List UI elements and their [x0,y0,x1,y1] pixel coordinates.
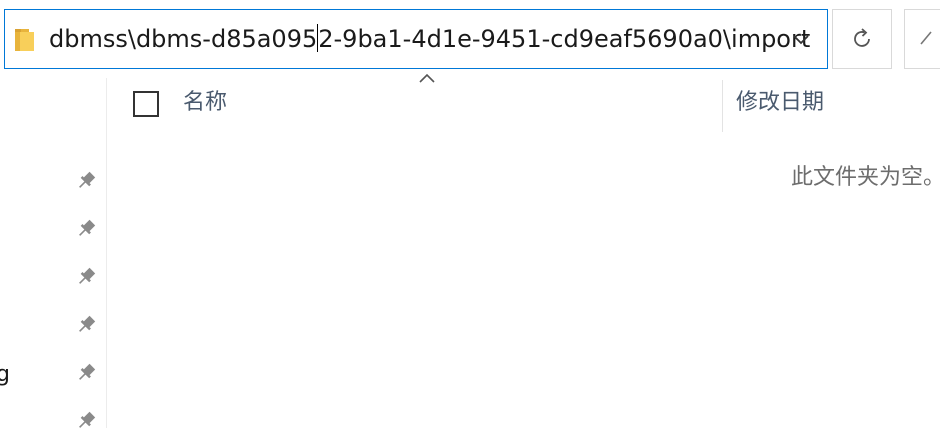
up-arrow-icon [920,31,932,45]
column-header-name[interactable]: 名称 [183,87,227,119]
pin-icon[interactable] [74,409,98,428]
address-history-dropdown-button[interactable] [781,22,821,58]
pin-icon[interactable] [74,313,98,337]
address-path-after-caret: 2-9ba1-4d1e-9451-cd9eaf5690a0\import [318,25,811,53]
address-path-text[interactable]: dbmss\dbms-d85a0952-9ba1-4d1e-9451-cd9ea… [49,23,810,55]
up-one-level-button[interactable] [904,9,940,69]
file-explorer-window: dbmss\dbms-d85a0952-9ba1-4d1e-9451-cd9ea… [0,0,940,428]
column-separator[interactable] [722,80,723,132]
address-path-before-caret: dbmss\dbms-d85a095 [49,25,318,53]
address-bar[interactable]: dbmss\dbms-d85a0952-9ba1-4d1e-9451-cd9ea… [4,9,828,69]
refresh-icon [854,28,870,47]
sort-ascending-icon [419,73,435,83]
pin-icon[interactable] [74,361,98,385]
select-all-checkbox[interactable] [133,91,159,117]
refresh-button[interactable] [832,9,892,69]
pin-icon[interactable] [74,265,98,289]
column-header-modified-date[interactable]: 修改日期 [736,87,824,119]
pin-icon[interactable] [74,217,98,241]
pin-icon[interactable] [74,169,98,193]
chevron-down-icon [793,35,809,45]
nav-item-label-partial[interactable]: g [0,360,10,390]
folder-icon [15,29,34,51]
empty-folder-message: 此文件夹为空。 [791,165,940,190]
nav-pane-divider[interactable] [106,78,107,428]
